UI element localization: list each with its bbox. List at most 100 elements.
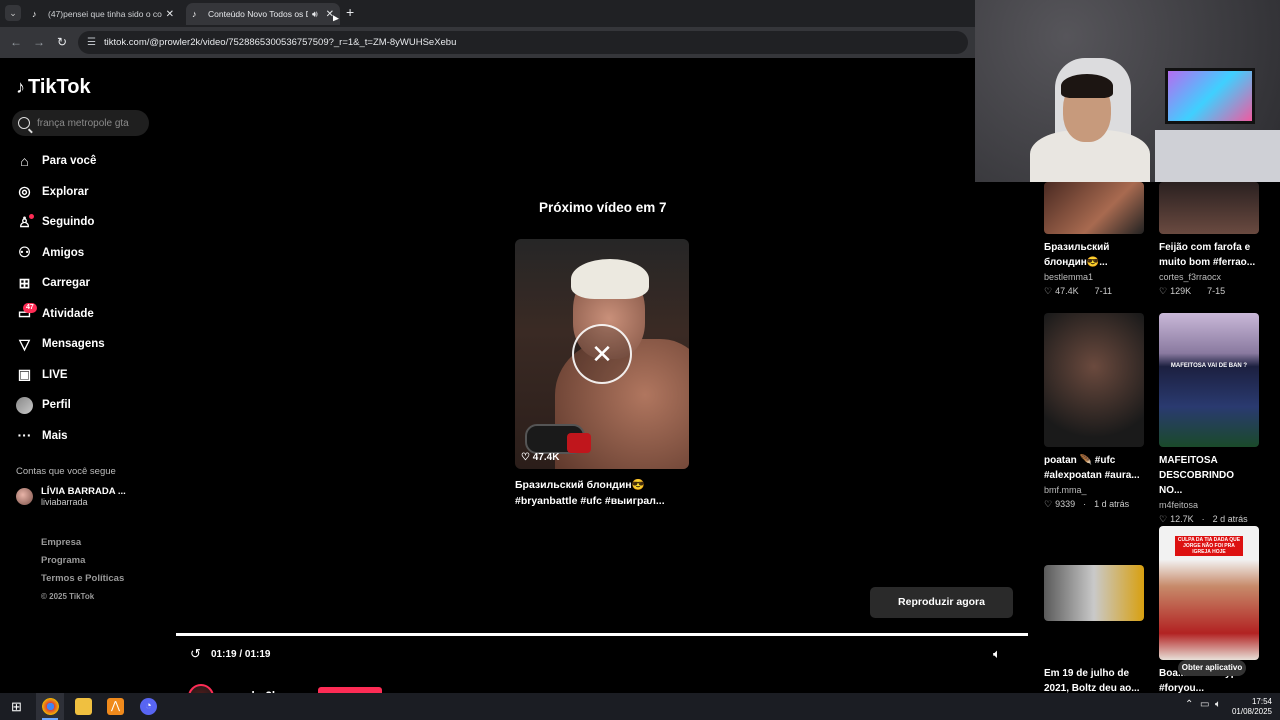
recommendation-author: bestlemma1 [1044, 272, 1094, 282]
likes-count: 47.4K [532, 452, 560, 463]
audio-playing-icon[interactable]: 🔊︎ [312, 9, 318, 20]
next-video-thumbnail[interactable]: ✕ ♡ 47.4K [515, 239, 689, 469]
next-video-caption[interactable]: Бразильский блондин😎 #bryanbattle #ufc #… [515, 477, 690, 509]
chrome-icon[interactable] [42, 698, 59, 715]
live-icon: ▣ [17, 366, 32, 383]
clock-date: 01/08/2025 [1231, 707, 1272, 716]
notification-dot [29, 214, 34, 219]
webcam-desk [1155, 130, 1280, 182]
network-icon[interactable]: ▭ [1200, 699, 1209, 710]
recommendation-thumbnail: CULPA DA TIA DADA QUE JORGE NÃO FOI PRA … [1159, 526, 1259, 660]
sidebar-menu: ⌂ Para você ◎ Explorar ♙ Seguindo ⚇ Amig… [16, 146, 166, 451]
sidebar-item-para-voce[interactable]: ⌂ Para você [16, 146, 166, 177]
sidebar-item-perfil[interactable]: Perfil [16, 390, 166, 421]
avatar [16, 488, 33, 505]
search-icon [18, 117, 30, 129]
tab-search-button[interactable]: ⌄ [5, 5, 21, 21]
heart-icon: ♡ [521, 452, 530, 463]
search-placeholder: frança metropole gta [37, 117, 129, 129]
recommendation-title: poatan 🪶 #ufc #alexpoatan #aura... [1044, 455, 1140, 481]
search-input[interactable]: frança metropole gta [12, 110, 149, 136]
sidebar-item-carregar[interactable]: ⊞ Carregar [16, 268, 166, 299]
recommendation-card[interactable]: Бразильский блондин😎... bestlemma1 ♡ 47.… [1044, 182, 1144, 297]
sidebar-item-live[interactable]: ▣ LIVE [16, 360, 166, 391]
footer-link-empresa[interactable]: Empresa [41, 534, 124, 552]
sidebar-item-amigos[interactable]: ⚇ Amigos [16, 238, 166, 269]
heart-icon: ♡ [1044, 499, 1053, 509]
heart-icon: ♡ [1159, 514, 1168, 524]
windows-start-icon[interactable]: ⊞ [8, 698, 25, 715]
browser-tab-bar: ⌄ ♪ (47)pensei que tinha sido o cor ✕ ♪ … [0, 0, 975, 27]
profile-avatar [16, 396, 33, 414]
footer-links: Empresa Programa Termos e Políticas © 20… [41, 534, 124, 606]
app-icon[interactable]: ⋀ [107, 698, 124, 715]
speaker-icon[interactable]: 🔈︎ [1215, 699, 1221, 710]
tab-title: (47)pensei que tinha sido o cor [48, 9, 162, 19]
sidebar-item-label: Amigos [42, 246, 85, 259]
sidebar-item-label: Seguindo [42, 216, 95, 229]
browser-tab-1[interactable]: ♪ (47)pensei que tinha sido o cor ✕ [26, 3, 180, 25]
back-arrow-icon[interactable]: ← [10, 35, 22, 49]
sidebar-item-mais[interactable]: ··· Mais [16, 421, 166, 452]
recommendation-thumbnail [1159, 182, 1259, 234]
tiktok-logo[interactable]: ♪ TikTok [16, 76, 91, 99]
browser-toolbar: ← → ↻ ☰ tiktok.com/@prowler2k/video/7528… [0, 27, 975, 58]
play-now-button[interactable]: Reproduzir agora [870, 587, 1013, 618]
get-app-button[interactable]: Obter aplicativo [1178, 660, 1246, 676]
forward-arrow-icon[interactable]: → [33, 35, 45, 49]
heart-icon: ♡ [1159, 286, 1168, 296]
recommendation-thumbnail [1044, 565, 1144, 621]
sidebar-item-explorar[interactable]: ◎ Explorar [16, 177, 166, 208]
sidebar-item-label: Mais [42, 429, 68, 442]
sidebar-item-label: Mensagens [42, 338, 105, 351]
sidebar-item-atividade[interactable]: ▭ 47 Atividade [16, 299, 166, 330]
volume-icon[interactable]: 🔈︎ [993, 646, 1001, 662]
recommendation-title: Em 19 de julho de 2021, Boltz deu ao... [1044, 668, 1140, 694]
footer-link-termos[interactable]: Termos e Políticas [41, 570, 124, 588]
clock-time: 17:54 [1251, 697, 1272, 706]
recommendation-card[interactable]: Em 19 de julho de 2021, Boltz deu ao... [1044, 565, 1144, 696]
new-tab-button[interactable]: + [346, 4, 354, 20]
replay-icon[interactable]: ↺ [190, 646, 201, 662]
webcam-overlay [975, 0, 1280, 182]
more-icon: ··· [17, 427, 32, 444]
system-clock[interactable]: 17:54 01/08/2025 [1226, 697, 1272, 717]
browser-tab-2[interactable]: ♪ Conteúdo Novo Todos os D 🔊︎ ✕ [186, 3, 340, 25]
recommendation-title: Feijão com farofa e muito bom #ferrao... [1159, 242, 1256, 268]
recommendation-meta: ♡ 9339 · 1 d atrás [1044, 499, 1130, 509]
post-date: 1 d atrás [1094, 499, 1130, 509]
discord-icon[interactable]: ◔ [140, 698, 157, 715]
followed-account[interactable]: LÍVIA BARRADA ... liviabarrada [16, 486, 126, 507]
tray-chevron-icon[interactable]: ⌃ [1185, 699, 1193, 710]
reload-icon[interactable]: ↻ [57, 35, 67, 49]
sidebar-item-label: Perfil [42, 399, 71, 412]
webcam-monitor [1165, 68, 1255, 124]
recommendation-thumbnail [1044, 182, 1144, 234]
activity-badge: 47 [23, 302, 37, 313]
post-date: 2 d atrás [1212, 514, 1248, 524]
recommendation-meta: ♡ 47.4K 7-11 [1044, 286, 1144, 297]
recommendation-card[interactable]: MAFEITOSA VAI DE BAN ? MAFEITOSA DESCOBR… [1159, 313, 1259, 525]
logo-text: TikTok [28, 76, 91, 98]
sidebar-item-seguindo[interactable]: ♙ Seguindo [16, 207, 166, 238]
sidebar-item-mensagens[interactable]: ▽ Mensagens [16, 329, 166, 360]
friends-icon: ⚇ [18, 244, 31, 261]
home-icon: ⌂ [20, 152, 29, 169]
video-progress-bar[interactable] [176, 633, 1028, 636]
post-date: 7-15 [1207, 286, 1226, 296]
file-explorer-icon[interactable] [75, 698, 92, 715]
likes-count: 12.7K [1170, 514, 1194, 524]
recommendation-author: bmf.mma_ [1044, 485, 1087, 495]
footer-link-programa[interactable]: Programa [41, 552, 124, 570]
close-tab-icon[interactable]: ✕ [166, 9, 174, 20]
likes-count: 9339 [1055, 499, 1076, 509]
recommendation-card[interactable]: Feijão com farofa e muito bom #ferrao...… [1159, 182, 1259, 297]
site-info-icon[interactable]: ☰ [87, 31, 96, 54]
sidebar-item-label: Explorar [42, 185, 89, 198]
recommendation-thumbnail: MAFEITOSA VAI DE BAN ? [1159, 313, 1259, 447]
cancel-autoplay-icon[interactable]: ✕ [572, 324, 632, 384]
account-name: LÍVIA BARRADA ... [41, 486, 126, 497]
recommendation-card[interactable]: poatan 🪶 #ufc #alexpoatan #aura... bmf.m… [1044, 313, 1144, 510]
address-bar[interactable]: ☰ tiktok.com/@prowler2k/video/7528865300… [78, 31, 968, 54]
sidebar-item-label: LIVE [42, 368, 68, 381]
